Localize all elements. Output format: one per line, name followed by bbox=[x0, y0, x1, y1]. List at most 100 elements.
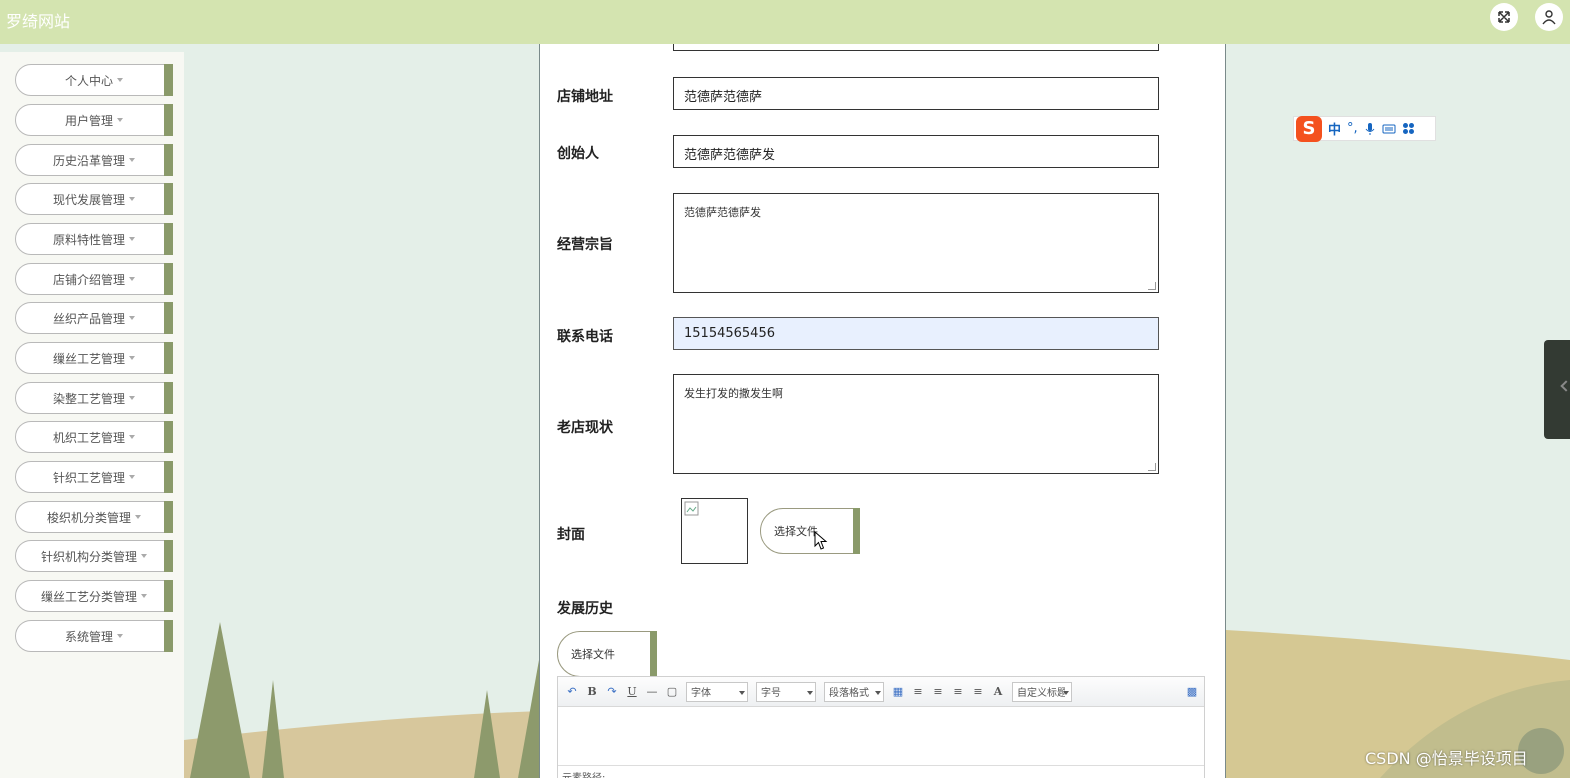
phone-label: 联系电话 bbox=[557, 329, 613, 345]
user-icon bbox=[1542, 10, 1556, 25]
history-label: 发展历史 bbox=[557, 601, 613, 617]
caret-down-icon bbox=[129, 316, 135, 320]
font-size-select[interactable]: 字号 bbox=[756, 681, 816, 702]
fullscreen-button[interactable] bbox=[1490, 3, 1518, 31]
sidebar: 个人中心 用户管理 历史沿革管理 现代发展管理 原料特性管理 店铺介绍管理 丝织… bbox=[0, 52, 184, 778]
horizontal-rule-icon[interactable]: — bbox=[646, 685, 658, 698]
ime-toolbar: S 中 °, bbox=[1293, 115, 1436, 142]
sidebar-item-reeling-process[interactable]: 缫丝工艺管理 bbox=[15, 342, 173, 374]
purpose-textarea[interactable]: 范德萨范德萨发 bbox=[673, 193, 1159, 293]
page-icon[interactable]: ▢ bbox=[666, 685, 678, 698]
phone-input[interactable]: 15154565456 bbox=[673, 317, 1159, 350]
sidebar-item-label: 针织工艺管理 bbox=[52, 470, 125, 485]
editor-content-area[interactable] bbox=[558, 707, 1204, 765]
cover-choose-file-button[interactable]: 选择文件 bbox=[760, 508, 860, 554]
broken-image-icon bbox=[684, 501, 699, 516]
purpose-label: 经营宗旨 bbox=[557, 237, 613, 253]
sidebar-item-reeling-category[interactable]: 缫丝工艺分类管理 bbox=[15, 580, 173, 612]
chevron-left-icon bbox=[1560, 380, 1570, 392]
address-input[interactable]: 范德萨范德萨 bbox=[673, 77, 1159, 110]
sidebar-item-personal-center[interactable]: 个人中心 bbox=[15, 64, 173, 96]
cover-image-preview bbox=[681, 498, 748, 564]
site-title: 罗绮网站 bbox=[6, 12, 71, 31]
caret-down-icon bbox=[129, 475, 135, 479]
table-icon[interactable]: ▦ bbox=[892, 685, 904, 698]
align-justify-icon[interactable]: ≡ bbox=[972, 685, 984, 698]
address-label: 店铺地址 bbox=[557, 89, 613, 105]
undo-icon[interactable]: ↶ bbox=[566, 685, 578, 698]
font-family-select[interactable]: 字体 bbox=[686, 681, 748, 702]
previous-field-input[interactable] bbox=[673, 44, 1159, 51]
bold-icon[interactable]: B bbox=[586, 685, 598, 698]
caret-down-icon bbox=[129, 435, 135, 439]
sidebar-item-label: 原料特性管理 bbox=[52, 232, 125, 247]
underline-icon[interactable]: U bbox=[626, 685, 638, 698]
sidebar-item-shop-intro[interactable]: 店铺介绍管理 bbox=[15, 263, 173, 295]
caret-down-icon bbox=[141, 554, 147, 558]
keyboard-icon[interactable] bbox=[1382, 123, 1396, 135]
align-right-icon[interactable]: ≡ bbox=[932, 685, 944, 698]
caret-down-icon bbox=[129, 237, 135, 241]
sidebar-item-label: 丝织产品管理 bbox=[52, 311, 125, 326]
rich-text-editor: ↶ B ↷ U — ▢ 字体 字号 段落格式 ▦ ≡ ≡ ≡ ≡ A 自定义标题… bbox=[557, 676, 1205, 778]
font-select-label: 字体 bbox=[691, 688, 711, 699]
resize-handle[interactable] bbox=[1148, 463, 1156, 471]
sidebar-item-label: 店铺介绍管理 bbox=[52, 272, 125, 287]
founder-input[interactable]: 范德萨范德萨发 bbox=[673, 135, 1159, 168]
sidebar-item-history[interactable]: 历史沿革管理 bbox=[15, 144, 173, 176]
punctuation-icon[interactable]: °, bbox=[1347, 121, 1358, 136]
history-choose-file-button[interactable]: 选择文件 bbox=[557, 631, 657, 677]
status-textarea[interactable]: 发生打发的撒发生啊 bbox=[673, 374, 1159, 474]
microphone-icon[interactable] bbox=[1364, 122, 1376, 136]
watermark: CSDN @怡景毕设项目 bbox=[1365, 749, 1528, 768]
resize-handle[interactable] bbox=[1148, 282, 1156, 290]
caret-down-icon bbox=[135, 515, 141, 519]
mouse-cursor-icon bbox=[814, 531, 828, 550]
font-color-icon[interactable]: A bbox=[992, 685, 1004, 698]
paragraph-format-select[interactable]: 段落格式 bbox=[824, 681, 884, 702]
custom-title-select[interactable]: 自定义标题 bbox=[1012, 681, 1072, 702]
sogou-logo-icon[interactable]: S bbox=[1296, 115, 1322, 142]
choose-file-label: 选择文件 bbox=[571, 648, 615, 661]
user-button[interactable] bbox=[1535, 3, 1563, 31]
sidebar-item-knitting-process[interactable]: 针织工艺管理 bbox=[15, 461, 173, 493]
sidebar-item-silk-products[interactable]: 丝织产品管理 bbox=[15, 302, 173, 334]
sidebar-item-user-management[interactable]: 用户管理 bbox=[15, 104, 173, 136]
purpose-text: 范德萨范德萨发 bbox=[684, 206, 761, 219]
expand-icon bbox=[1498, 11, 1510, 23]
sidebar-item-modern-development[interactable]: 现代发展管理 bbox=[15, 183, 173, 215]
paragraph-select-label: 段落格式 bbox=[829, 688, 869, 699]
sidebar-item-weaving-process[interactable]: 机织工艺管理 bbox=[15, 421, 173, 453]
edit-form-panel: 店铺地址 范德萨范德萨 创始人 范德萨范德萨发 经营宗旨 范德萨范德萨发 联系电… bbox=[539, 44, 1226, 778]
align-center-icon[interactable]: ≡ bbox=[952, 685, 964, 698]
side-drawer-toggle[interactable] bbox=[1544, 340, 1570, 439]
editor-toolbar: ↶ B ↷ U — ▢ 字体 字号 段落格式 ▦ ≡ ≡ ≡ ≡ A 自定义标题… bbox=[558, 677, 1204, 707]
fullscreen-editor-icon[interactable]: ▩ bbox=[1186, 685, 1198, 698]
apps-grid-icon[interactable] bbox=[1402, 122, 1415, 135]
caret-down-icon bbox=[129, 277, 135, 281]
sidebar-item-label: 缫丝工艺分类管理 bbox=[40, 589, 137, 604]
sidebar-item-knitting-machine-category[interactable]: 针织机构分类管理 bbox=[15, 540, 173, 572]
sidebar-item-label: 缫丝工艺管理 bbox=[52, 351, 125, 366]
align-left-icon[interactable]: ≡ bbox=[912, 685, 924, 698]
caret-down-icon bbox=[117, 78, 123, 82]
top-header: 罗绮网站 bbox=[0, 0, 1570, 44]
sidebar-item-material-properties[interactable]: 原料特性管理 bbox=[15, 223, 173, 255]
choose-file-label: 选择文件 bbox=[774, 525, 818, 538]
element-path: 元素路径: bbox=[558, 765, 1204, 778]
sidebar-item-label: 梭织机分类管理 bbox=[46, 510, 131, 525]
sidebar-item-dyeing-process[interactable]: 染整工艺管理 bbox=[15, 382, 173, 414]
caret-down-icon bbox=[129, 356, 135, 360]
sidebar-item-label: 针织机构分类管理 bbox=[40, 549, 137, 564]
redo-icon[interactable]: ↷ bbox=[606, 685, 618, 698]
founder-label: 创始人 bbox=[557, 146, 599, 162]
sidebar-item-system-management[interactable]: 系统管理 bbox=[15, 620, 173, 652]
sidebar-item-label: 个人中心 bbox=[64, 73, 113, 88]
sidebar-item-label: 现代发展管理 bbox=[52, 192, 125, 207]
caret-down-icon bbox=[129, 197, 135, 201]
sidebar-item-loom-category[interactable]: 梭织机分类管理 bbox=[15, 501, 173, 533]
ime-mode-label[interactable]: 中 bbox=[1328, 119, 1341, 138]
sidebar-item-label: 历史沿革管理 bbox=[52, 153, 125, 168]
cover-label: 封面 bbox=[557, 527, 585, 543]
caret-down-icon bbox=[129, 396, 135, 400]
